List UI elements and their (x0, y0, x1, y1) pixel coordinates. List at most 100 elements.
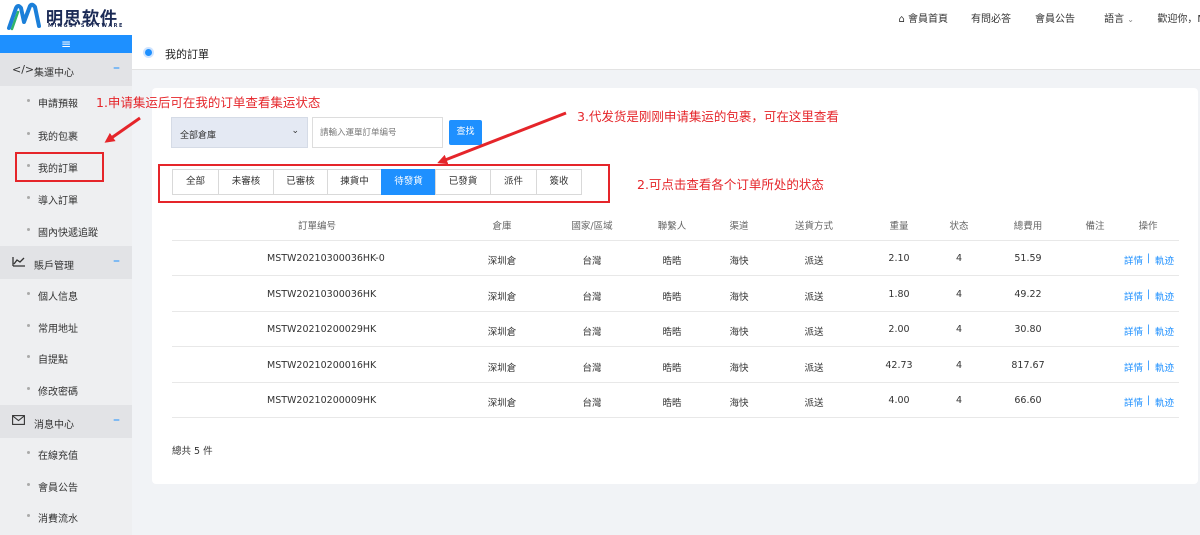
action-separator: | (1147, 359, 1151, 371)
col-header-contact: 聯繫人 (657, 221, 687, 232)
cell-total: 51.59 (1014, 253, 1042, 264)
chevron-down-icon: ⌄ (1127, 15, 1134, 24)
chart-icon (12, 256, 26, 270)
cell-region: 台灣 (582, 327, 602, 338)
col-header-actions: 操作 (1138, 221, 1158, 232)
search-button[interactable]: 查找 (449, 120, 482, 145)
cell-delivery: 派送 (804, 256, 824, 267)
cell-warehouse: 深圳倉 (487, 362, 517, 374)
cell-contact: 晧晧 (662, 398, 682, 409)
details-link[interactable]: 詳情 (1124, 360, 1143, 374)
nav-member-home[interactable]: ⌂ 會員首頁 (898, 10, 948, 25)
collapse-icon[interactable]: – (113, 60, 120, 76)
action-separator: | (1147, 324, 1151, 335)
code-icon: </> (12, 63, 35, 76)
sidebar-item-domestic-tracking[interactable]: 國內快遞追蹤 (0, 215, 132, 246)
cell-status: 4 (955, 359, 963, 371)
mail-icon (12, 415, 25, 428)
col-header-total: 總費用 (1013, 221, 1043, 232)
tracking-link[interactable]: 軌迹 (1155, 395, 1174, 409)
sidebar-item-announcements[interactable]: 會員公告 (0, 470, 132, 501)
nav-language[interactable]: 語言 ⌄ (1104, 10, 1134, 25)
sidebar-item-transactions[interactable]: 消費流水 (0, 501, 132, 532)
cell-status: 4 (955, 324, 963, 335)
logo[interactable]: 明思软件 MINGSI SOFTWARE (6, 2, 126, 33)
cell-delivery: 派送 (804, 398, 824, 409)
sidebar-item-pickup-point[interactable]: 自提點 (0, 342, 132, 373)
sidebar-item-recharge[interactable]: 在線充值 (0, 438, 132, 469)
cell-order-no: MSTW20210200016HK (267, 359, 377, 371)
cell-channel: 海快 (729, 398, 749, 409)
bullet-icon (27, 355, 30, 358)
cell-total: 817.67 (1011, 359, 1045, 371)
chevron-down-icon: ⌄ (291, 126, 299, 136)
menu-icon: ≡ (60, 37, 72, 51)
cell-contact: 晧晧 (662, 362, 682, 374)
warehouse-select[interactable]: 全部倉庫 ⌄ (171, 117, 308, 148)
cell-warehouse: 深圳倉 (487, 291, 517, 303)
brand-subtitle: MINGSI SOFTWARE (48, 23, 124, 29)
sidebar-item-my-packages[interactable]: 我的包裹 (0, 119, 132, 150)
cell-weight: 1.80 (888, 288, 910, 300)
cell-contact: 晧晧 (662, 256, 682, 267)
sidebar-group-account[interactable]: 賬戶管理 – (0, 246, 132, 279)
bullet-icon (27, 99, 30, 102)
cell-delivery: 派送 (804, 362, 824, 374)
bullet-icon (27, 132, 30, 135)
cell-order-no: MSTW20210300036HK-0 (267, 253, 385, 264)
bullet-icon (27, 324, 30, 327)
cell-channel: 海快 (729, 291, 749, 303)
sidebar-group-shipping-center[interactable]: </> 集運中心 – (0, 53, 132, 86)
nav-welcome[interactable]: 歡迎你，M (1157, 10, 1200, 25)
cell-channel: 海快 (729, 362, 749, 374)
cell-contact: 晧晧 (662, 291, 682, 303)
bullet-icon (27, 292, 30, 295)
sidebar-group-messages[interactable]: 消息中心 – (0, 405, 132, 438)
tracking-link[interactable]: 軌迹 (1155, 324, 1174, 338)
page-header: 我的訂單 (132, 35, 1200, 70)
col-header-status: 状态 (949, 221, 969, 232)
bullet-icon (27, 387, 30, 390)
orders-card: 全部倉庫 ⌄ 查找 全部 未審核 已審核 揀貨中 待發貨 已發貨 派件 簽收 訂… (152, 88, 1198, 484)
cell-status: 4 (955, 288, 963, 300)
annotation-note-1: 1.申请集运后可在我的订单查看集运状态 (96, 95, 321, 110)
sidebar-item-addresses[interactable]: 常用地址 (0, 311, 132, 342)
action-separator: | (1147, 395, 1151, 406)
sidebar-item-profile[interactable]: 個人信息 (0, 279, 132, 310)
details-link[interactable]: 詳情 (1124, 395, 1143, 409)
cell-weight: 2.10 (888, 253, 910, 264)
title-dot-icon (145, 49, 152, 56)
details-link[interactable]: 詳情 (1124, 289, 1143, 303)
col-header-remark: 備注 (1085, 221, 1105, 232)
cell-warehouse: 深圳倉 (487, 256, 517, 267)
details-link[interactable]: 詳情 (1124, 324, 1143, 338)
annotation-box-my-orders (15, 152, 104, 182)
home-icon: ⌂ (898, 14, 905, 25)
col-header-channel: 渠道 (729, 221, 749, 232)
cell-region: 台灣 (582, 256, 602, 267)
total-count: 總共 5 件 (172, 446, 213, 457)
top-bar: 明思软件 MINGSI SOFTWARE ⌂ 會員首頁 有問必答 會員公告 語言… (0, 0, 1200, 35)
collapse-icon[interactable]: – (113, 412, 120, 428)
nav-faq[interactable]: 有問必答 (971, 10, 1011, 25)
sidebar-item-change-password[interactable]: 修改密碼 (0, 374, 132, 405)
collapse-icon[interactable]: – (113, 253, 120, 269)
table-row: MSTW20210200029HK 深圳倉 台灣 晧晧 海快 派送 2.00 4 30.80 詳情… (172, 312, 1179, 347)
cell-channel: 海快 (729, 256, 749, 267)
details-link[interactable]: 詳情 (1124, 253, 1143, 267)
cell-status: 4 (955, 253, 963, 264)
nav-notice[interactable]: 會員公告 (1035, 10, 1075, 25)
page-title: 我的訂單 (165, 48, 209, 61)
tracking-link[interactable]: 軌迹 (1155, 253, 1174, 267)
sidebar-toggle[interactable]: ≡ (0, 35, 132, 53)
tracking-link[interactable]: 軌迹 (1155, 289, 1174, 303)
tracking-link[interactable]: 軌迹 (1155, 360, 1174, 374)
col-header-order-no: 訂單编号 (297, 221, 336, 232)
order-search-input[interactable] (312, 117, 443, 148)
action-separator: | (1147, 253, 1151, 264)
bullet-icon (27, 514, 30, 517)
logo-mark-icon (7, 2, 41, 31)
annotation-note-2: 2.可点击查看各个订单所处的状态 (637, 177, 824, 192)
cell-delivery: 派送 (804, 327, 824, 338)
sidebar-item-import-orders[interactable]: 導入訂單 (0, 183, 132, 214)
